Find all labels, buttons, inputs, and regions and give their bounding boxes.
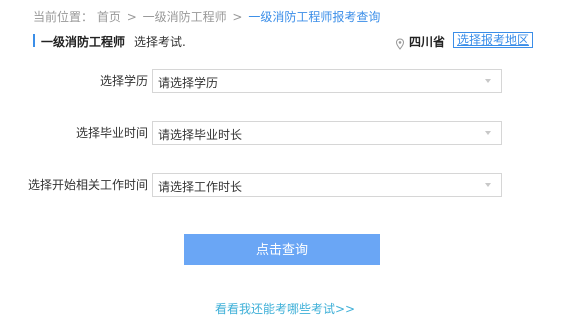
work-start-select[interactable]: 请选择工作时长 bbox=[152, 173, 502, 197]
work-start-label: 选择开始相关工作时间 bbox=[27, 178, 148, 192]
education-select-value: 请选择学历 bbox=[158, 76, 219, 90]
exam-subtitle: 选择考试. bbox=[134, 35, 186, 49]
header-accent-bar bbox=[33, 34, 35, 47]
work-start-row: 选择开始相关工作时间 请选择工作时长 bbox=[0, 173, 574, 197]
chevron-down-icon bbox=[485, 131, 491, 135]
exam-title: 一级消防工程师 bbox=[41, 35, 126, 49]
graduation-label: 选择毕业时间 bbox=[75, 126, 148, 140]
education-label: 选择学历 bbox=[99, 74, 148, 88]
graduation-select-value: 请选择毕业时长 bbox=[158, 128, 243, 142]
breadcrumb: 当前位置： 首页 > 一级消防工程师 > 一级消防工程师报考查询 bbox=[33, 8, 380, 25]
location-pin-icon bbox=[395, 35, 405, 50]
work-start-select-value: 请选择工作时长 bbox=[158, 180, 243, 194]
breadcrumb-home-link[interactable]: 首页 bbox=[97, 10, 121, 24]
exam-query-page: 当前位置： 首页 > 一级消防工程师 > 一级消防工程师报考查询 一级消防工程师… bbox=[0, 0, 574, 326]
graduation-select[interactable]: 请选择毕业时长 bbox=[152, 121, 502, 145]
graduation-row: 选择毕业时间 请选择毕业时长 bbox=[0, 121, 574, 145]
breadcrumb-separator: > bbox=[126, 10, 137, 24]
chevron-down-icon bbox=[485, 79, 491, 83]
select-region-link[interactable]: 选择报考地区 bbox=[453, 32, 534, 48]
breadcrumb-current: 一级消防工程师报考查询 bbox=[248, 10, 381, 24]
current-province: 四川省 bbox=[409, 35, 446, 49]
query-button[interactable]: 点击查询 bbox=[184, 234, 380, 265]
chevron-down-icon bbox=[485, 183, 491, 187]
breadcrumb-category-link[interactable]: 一级消防工程师 bbox=[143, 10, 227, 24]
section-header: 一级消防工程师 选择考试. 四川省 选择报考地区 bbox=[33, 32, 538, 50]
more-exams-link[interactable]: 看看我还能考哪些考试>> bbox=[215, 300, 355, 317]
breadcrumb-prefix: 当前位置： bbox=[33, 10, 94, 24]
education-row: 选择学历 请选择学历 bbox=[0, 69, 574, 93]
breadcrumb-separator: > bbox=[232, 10, 243, 24]
education-select[interactable]: 请选择学历 bbox=[152, 69, 502, 93]
